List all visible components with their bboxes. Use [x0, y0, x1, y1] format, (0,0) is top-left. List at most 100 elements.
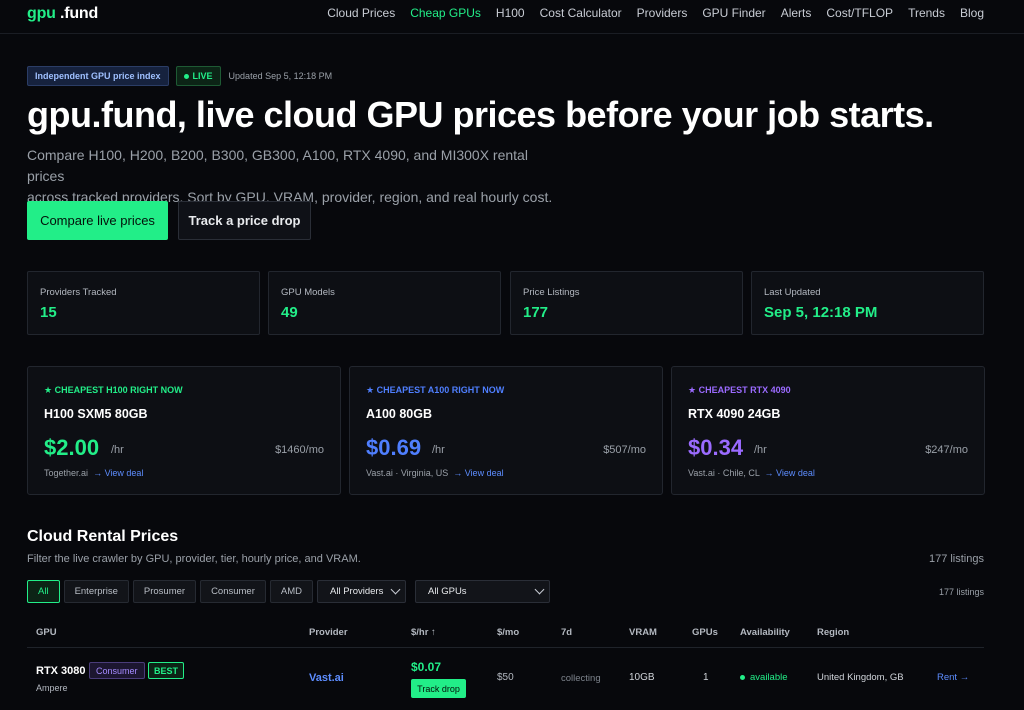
row-gpu-count: 1	[703, 672, 709, 683]
hero-badges: Independent GPU price index LIVE Updated…	[27, 66, 332, 86]
row-hourly-price: $0.07	[411, 660, 442, 674]
row-gpu-arch: Ampere	[36, 683, 68, 693]
deal-model: A100 80GB	[366, 407, 433, 421]
status-dot-icon	[740, 675, 745, 680]
track-drop-button[interactable]: Track drop	[411, 679, 466, 698]
tab-enterprise[interactable]: Enterprise	[63, 580, 129, 603]
nav-gpu-finder[interactable]: GPU Finder	[702, 6, 765, 20]
track-price-drop-button[interactable]: Track a price drop	[178, 201, 311, 240]
tab-prosumer[interactable]: Prosumer	[132, 580, 197, 603]
logo[interactable]: gpu .fund	[27, 5, 98, 23]
stat-providers: Providers Tracked 15	[27, 271, 260, 335]
stat-gpu-models: GPU Models 49	[268, 271, 501, 335]
gpu-select-value: All GPUs	[428, 586, 467, 597]
view-deal-link[interactable]: → View deal	[453, 468, 503, 478]
col-vram[interactable]: VRAM	[629, 627, 657, 638]
hero-subtitle-line1: Compare H100, H200, B200, B300, GB300, A…	[27, 147, 528, 184]
nav-cost-tflop[interactable]: Cost/TFLOP	[826, 6, 893, 20]
col-gpu[interactable]: GPU	[36, 627, 57, 638]
row-region: United Kingdom, GB	[817, 672, 904, 683]
provider-select[interactable]: All Providers	[317, 580, 407, 603]
row-7d-trend: collecting	[561, 673, 601, 684]
filter-bar: All Enterprise Prosumer Consumer AMD All…	[27, 580, 551, 603]
nav-trends[interactable]: Trends	[908, 6, 945, 20]
chevron-down-icon	[390, 584, 401, 595]
col-provider[interactable]: Provider	[309, 627, 348, 638]
view-deal-link[interactable]: → View deal	[93, 468, 143, 478]
nav-links: Cloud Prices Cheap GPUs H100 Cost Calcul…	[327, 6, 984, 20]
nav-blog[interactable]: Blog	[960, 6, 984, 20]
col-7d[interactable]: 7d	[561, 627, 572, 638]
tier-badge: Consumer	[89, 662, 145, 679]
stat-price-listings: Price Listings 177	[510, 271, 743, 335]
top-nav: gpu .fund Cloud Prices Cheap GPUs H100 C…	[0, 0, 1024, 34]
rent-link[interactable]: Rent →	[937, 672, 969, 683]
stat-value: Sep 5, 12:18 PM	[764, 304, 878, 321]
best-badge: BEST	[148, 662, 185, 679]
availability-text: available	[750, 672, 788, 683]
col-availability[interactable]: Availability	[740, 627, 790, 638]
live-badge: LIVE	[175, 66, 221, 86]
nav-alerts[interactable]: Alerts	[781, 6, 812, 20]
nav-cloud-prices[interactable]: Cloud Prices	[327, 6, 395, 20]
gpu-select[interactable]: All GPUs	[415, 580, 551, 603]
deal-provider: Together.ai	[44, 468, 89, 478]
deal-card-h100[interactable]: ★ CHEAPEST H100 RIGHT NOW H100 SXM5 80GB…	[27, 366, 341, 495]
deal-kicker: ★ CHEAPEST RTX 4090	[688, 385, 791, 395]
deal-monthly: $247/mo	[925, 444, 968, 456]
tab-all[interactable]: All	[27, 580, 60, 603]
hero-title: gpu.fund, live cloud GPU prices before y…	[27, 94, 934, 135]
stat-last-updated: Last Updated Sep 5, 12:18 PM	[751, 271, 984, 335]
deal-per-hour: /hr	[432, 444, 445, 456]
tab-consumer[interactable]: Consumer	[200, 580, 266, 603]
deal-card-rtx4090[interactable]: ★ CHEAPEST RTX 4090 RTX 4090 24GB $0.34 …	[671, 366, 985, 495]
nav-h100[interactable]: H100	[496, 6, 525, 20]
row-availability: available	[740, 672, 788, 683]
deal-price: $2.00	[44, 435, 100, 460]
col-monthly[interactable]: $/mo	[497, 627, 519, 638]
nav-cheap-gpus[interactable]: Cheap GPUs	[410, 6, 481, 20]
row-gpu-name: RTX 3080	[36, 665, 86, 677]
nav-providers[interactable]: Providers	[637, 6, 688, 20]
compare-prices-button[interactable]: Compare live prices	[27, 201, 168, 240]
tab-amd[interactable]: AMD	[269, 580, 314, 603]
view-deal-link[interactable]: → View deal	[765, 468, 815, 478]
live-label: LIVE	[192, 71, 213, 81]
row-vram: 10GB	[629, 672, 655, 683]
chevron-down-icon	[534, 584, 545, 595]
deal-card-a100[interactable]: ★ CHEAPEST A100 RIGHT NOW A100 80GB $0.6…	[349, 366, 663, 495]
section-subtitle: Filter the live crawler by GPU, provider…	[27, 553, 361, 565]
deal-provider: Vast.ai · Chile, CL	[688, 468, 760, 478]
deal-source: Together.ai → View deal	[44, 468, 143, 478]
deal-source: Vast.ai · Chile, CL → View deal	[688, 468, 815, 478]
deal-price: $0.34	[688, 435, 744, 460]
hero-subtitle: Compare H100, H200, B200, B300, GB300, A…	[27, 145, 567, 208]
stat-label: Price Listings	[523, 287, 580, 298]
stat-value: 177	[523, 304, 549, 321]
deal-kicker: ★ CHEAPEST H100 RIGHT NOW	[44, 385, 183, 395]
deal-per-hour: /hr	[754, 444, 767, 456]
stat-label: Last Updated	[764, 287, 821, 298]
deal-per-hour: /hr	[111, 444, 124, 456]
deal-price: $0.69	[366, 435, 422, 460]
deal-monthly: $1460/mo	[275, 444, 324, 456]
row-monthly-price: $50	[497, 672, 514, 683]
deal-kicker: ★ CHEAPEST A100 RIGHT NOW	[366, 385, 505, 395]
row-provider-link[interactable]: Vast.ai	[309, 672, 344, 684]
nav-cost-calculator[interactable]: Cost Calculator	[540, 6, 622, 20]
live-dot-icon	[183, 73, 189, 79]
listings-count: 177 listings	[928, 553, 984, 565]
deal-model: H100 SXM5 80GB	[44, 407, 148, 421]
deal-monthly: $507/mo	[603, 444, 646, 456]
col-gpus[interactable]: GPUs	[692, 627, 718, 638]
col-hourly[interactable]: $/hr ↑	[411, 627, 436, 638]
deal-source: Vast.ai · Virginia, US → View deal	[366, 468, 504, 478]
stat-label: Providers Tracked	[40, 287, 117, 298]
section-title: Cloud Rental Prices	[27, 528, 179, 545]
stat-value: 49	[281, 304, 298, 321]
listings-count-secondary: 177 listings	[938, 587, 984, 597]
provider-select-value: All Providers	[330, 586, 384, 597]
col-region[interactable]: Region	[817, 627, 849, 638]
stat-label: GPU Models	[281, 287, 335, 298]
deal-provider: Vast.ai · Virginia, US	[366, 468, 449, 478]
